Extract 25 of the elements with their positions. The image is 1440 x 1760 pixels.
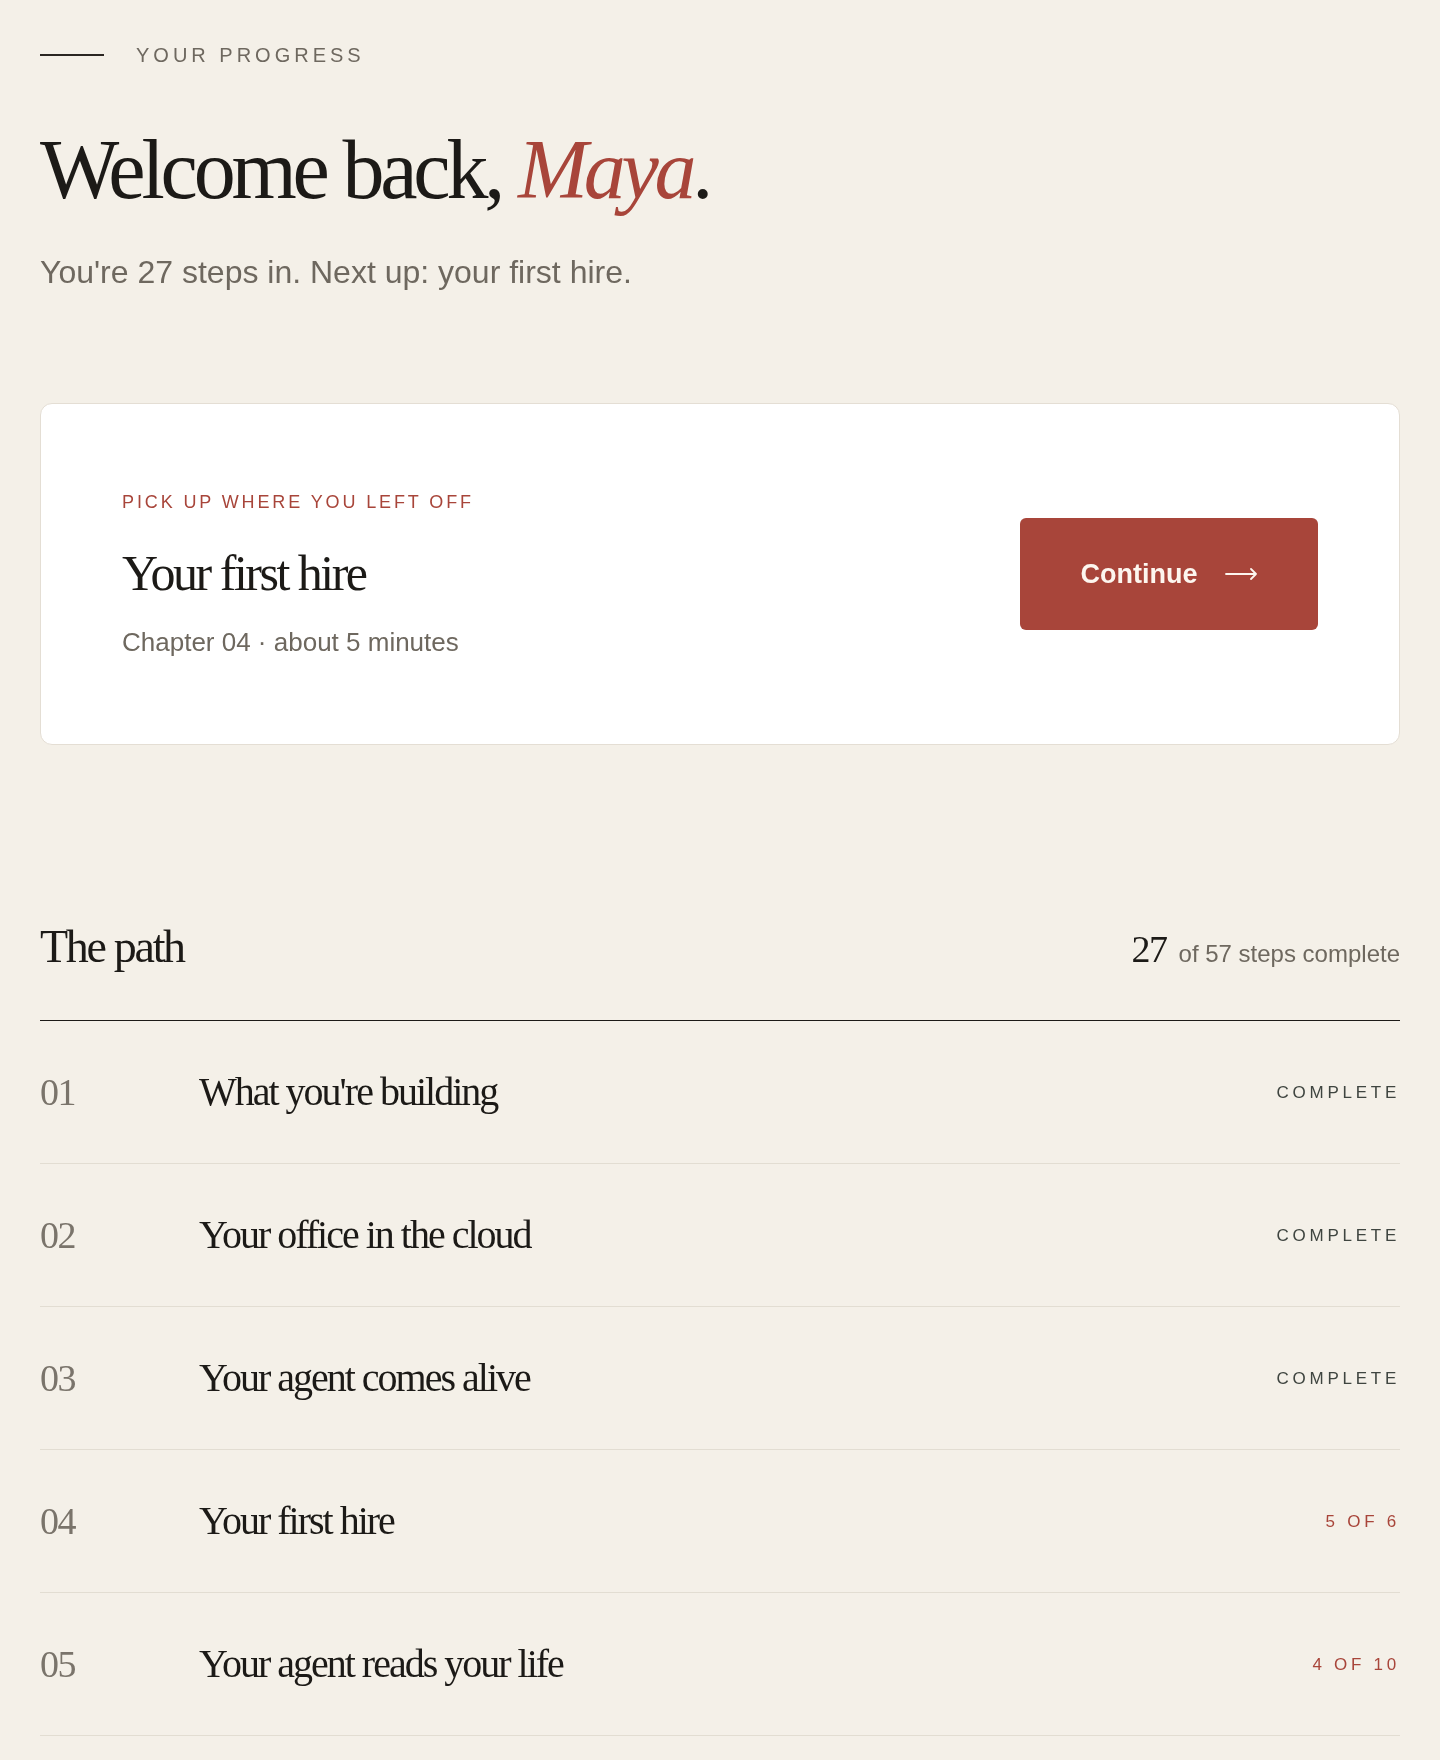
resume-meta: Chapter 04 · about 5 minutes bbox=[122, 625, 459, 658]
chapter-title[interactable]: Your first hire bbox=[199, 1501, 394, 1541]
chapter-number: 05 bbox=[40, 1645, 76, 1683]
steps-label: of 57 steps complete bbox=[1178, 942, 1400, 966]
chapter-status: 5 OF 6 bbox=[1325, 1512, 1400, 1530]
eyebrow-label: YOUR PROGRESS bbox=[136, 43, 365, 67]
chapter-number: 01 bbox=[40, 1073, 76, 1111]
chapter-title[interactable]: Your agent comes alive bbox=[199, 1358, 530, 1398]
chapter-title[interactable]: Your agent reads your life bbox=[199, 1644, 563, 1684]
resume-label: PICK UP WHERE YOU LEFT OFF bbox=[122, 490, 474, 513]
progress-subtitle: You're 27 steps in. Next up: your first hire. bbox=[40, 253, 632, 292]
chapter-status: COMPLETE bbox=[1276, 1083, 1400, 1101]
chapter-status: 4 OF 10 bbox=[1312, 1655, 1400, 1673]
chapter-status: COMPLETE bbox=[1276, 1226, 1400, 1244]
path-title: The path bbox=[40, 924, 184, 970]
chapter-number: 02 bbox=[40, 1216, 76, 1254]
chapter-status: COMPLETE bbox=[1276, 1369, 1400, 1387]
chapter-title[interactable]: What you're building bbox=[199, 1072, 498, 1112]
steps-count: 27 bbox=[1131, 930, 1167, 968]
chapter-number: 03 bbox=[40, 1359, 76, 1397]
arrow-right-icon bbox=[1225, 568, 1258, 580]
continue-button[interactable]: Continue bbox=[1020, 518, 1318, 630]
chapter-number: 04 bbox=[40, 1502, 77, 1540]
chapter-title[interactable]: Your office in the cloud bbox=[199, 1215, 531, 1255]
resume-title: Your first hire bbox=[122, 547, 366, 598]
